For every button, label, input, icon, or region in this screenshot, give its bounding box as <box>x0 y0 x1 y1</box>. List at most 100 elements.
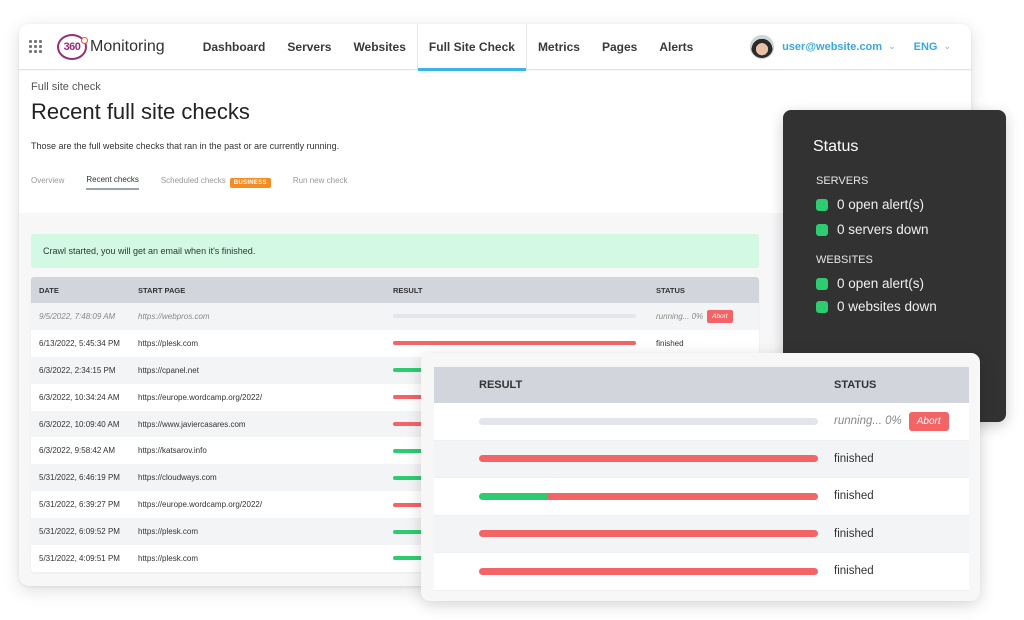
status-text: finished <box>656 338 684 348</box>
result-progress-bar <box>479 530 818 538</box>
nav-pages[interactable]: Pages <box>591 24 648 70</box>
status-text: finished <box>834 490 874 503</box>
logo[interactable]: 360 Monitoring <box>57 33 165 60</box>
status-cell: finished <box>834 490 874 502</box>
tab-recent-checks[interactable]: Recent checks <box>86 175 139 190</box>
table-row[interactable]: 9/5/2022, 7:48:09 AM https://webpros.com r… <box>31 303 759 330</box>
status-text: 0 websites down <box>837 299 937 314</box>
nav-servers[interactable]: Servers <box>276 24 342 70</box>
zoomed-table-header: RESULT STATUS <box>434 367 969 403</box>
user-menu[interactable]: user@website.com <box>782 41 882 53</box>
header-date[interactable]: DATE <box>31 286 138 295</box>
date-cell: 5/31/2022, 6:46:19 PM <box>39 473 120 483</box>
nav-websites[interactable]: Websites <box>342 24 416 70</box>
failure-segment <box>393 341 636 346</box>
tab-run-new-check[interactable]: Run new check <box>293 176 348 189</box>
result-cell <box>434 417 834 425</box>
table-row[interactable]: running... 0% Abort <box>434 403 969 441</box>
subtabs: Overview Recent checks Scheduled checks … <box>31 175 370 190</box>
status-cell: finished <box>648 339 758 348</box>
date-cell: 5/31/2022, 6:09:52 PM <box>39 527 120 537</box>
websites-section-label: WEBSITES <box>816 254 873 266</box>
status-title: Status <box>813 138 859 155</box>
start-page-cell[interactable]: https://plesk.com <box>138 527 393 536</box>
avatar[interactable] <box>750 34 775 59</box>
abort-button[interactable]: Abort <box>707 309 733 323</box>
start-page-cell[interactable]: https://cloudways.com <box>138 473 393 482</box>
start-page-cell[interactable]: https://www.javiercasares.com <box>138 420 393 429</box>
date-cell: 5/31/2022, 6:39:27 PM <box>39 500 120 510</box>
table-row[interactable]: finished <box>434 515 969 553</box>
date-cell: 6/13/2022, 5:45:34 PM <box>39 338 120 348</box>
start-page-cell[interactable]: https://plesk.com <box>138 339 393 348</box>
nav-alerts[interactable]: Alerts <box>648 24 704 70</box>
start-page-cell[interactable]: https://katsarov.info <box>138 446 393 455</box>
result-cell <box>393 341 648 346</box>
table-row[interactable]: finished <box>434 478 969 516</box>
result-cell <box>434 530 834 538</box>
status-text: 0 open alert(s) <box>837 197 925 212</box>
language-selector[interactable]: ENG <box>914 41 938 53</box>
result-progress-bar <box>479 492 818 500</box>
failure-segment <box>479 530 818 538</box>
date-cell: 9/5/2022, 7:48:09 AM <box>39 311 116 321</box>
result-progress-bar <box>393 314 636 319</box>
failure-segment <box>479 455 818 463</box>
breadcrumb[interactable]: Full site check <box>31 81 101 93</box>
nav-metrics[interactable]: Metrics <box>527 24 591 70</box>
status-cell: finished <box>834 528 874 540</box>
table-header: DATE START PAGE RESULT STATUS <box>31 277 759 303</box>
table-row[interactable]: finished <box>434 440 969 478</box>
websites-down[interactable]: 0 websites down <box>816 299 937 314</box>
failure-segment <box>546 492 818 500</box>
servers-open-alerts[interactable]: 0 open alert(s) <box>816 197 924 212</box>
user-area: user@website.com ⌄ ENG ⌄ <box>750 34 951 59</box>
status-text: 0 servers down <box>837 222 929 237</box>
tab-overview[interactable]: Overview <box>31 176 64 189</box>
status-text: running... 0% <box>834 415 902 428</box>
result-cell <box>434 567 834 575</box>
header-result[interactable]: RESULT <box>393 286 648 295</box>
success-alert: Crawl started, you will get an email whe… <box>31 234 759 268</box>
header-start-page[interactable]: START PAGE <box>138 286 393 295</box>
status-text: finished <box>834 452 874 465</box>
status-cell: running... 0% Abort <box>834 411 949 431</box>
date-cell: 6/3/2022, 9:58:42 AM <box>39 446 116 456</box>
zoomed-table-body: running... 0% Abort finished finished finish… <box>434 403 969 591</box>
chevron-down-icon[interactable]: ⌄ <box>943 41 951 52</box>
abort-button[interactable]: Abort <box>908 411 949 431</box>
status-text: running... 0% <box>656 311 704 321</box>
result-progress-bar <box>479 417 818 425</box>
result-progress-bar <box>479 567 818 575</box>
zoomed-results-card: RESULT STATUS running... 0% Abort finished… <box>421 353 980 601</box>
nav-dashboard[interactable]: Dashboard <box>197 24 277 70</box>
zoomed-table: RESULT STATUS running... 0% Abort finished… <box>434 367 969 591</box>
tab-scheduled-checks[interactable]: Scheduled checks <box>161 176 226 189</box>
status-text: finished <box>834 527 874 540</box>
nav-full-site-check[interactable]: Full Site Check <box>416 24 527 71</box>
status-text: finished <box>834 565 874 578</box>
header-status[interactable]: STATUS <box>834 379 876 391</box>
result-progress-bar <box>479 455 818 463</box>
table-row[interactable]: finished <box>434 553 969 591</box>
websites-open-alerts[interactable]: 0 open alert(s) <box>816 276 924 291</box>
logo-text: Monitoring <box>90 37 165 55</box>
result-cell <box>434 492 834 500</box>
header-status[interactable]: STATUS <box>648 286 758 295</box>
status-cell: finished <box>834 453 874 465</box>
start-page-cell[interactable]: https://webpros.com <box>138 312 393 321</box>
chevron-down-icon[interactable]: ⌄ <box>888 41 896 52</box>
start-page-cell[interactable]: https://cpanel.net <box>138 366 393 375</box>
start-page-cell[interactable]: https://europe.wordcamp.org/2022/ <box>138 393 393 402</box>
start-page-cell[interactable]: https://plesk.com <box>138 554 393 563</box>
date-cell: 6/3/2022, 2:34:15 PM <box>39 365 116 375</box>
header-result[interactable]: RESULT <box>434 379 834 391</box>
status-ok-icon <box>816 277 828 290</box>
apps-grid-icon[interactable] <box>29 39 43 54</box>
servers-down[interactable]: 0 servers down <box>816 222 929 237</box>
start-page-cell[interactable]: https://europe.wordcamp.org/2022/ <box>138 500 393 509</box>
status-ok-icon <box>816 300 828 313</box>
status-text: 0 open alert(s) <box>837 276 925 291</box>
status-cell: running... 0% Abort <box>648 309 758 323</box>
page-description: Those are the full website checks that r… <box>31 141 340 151</box>
